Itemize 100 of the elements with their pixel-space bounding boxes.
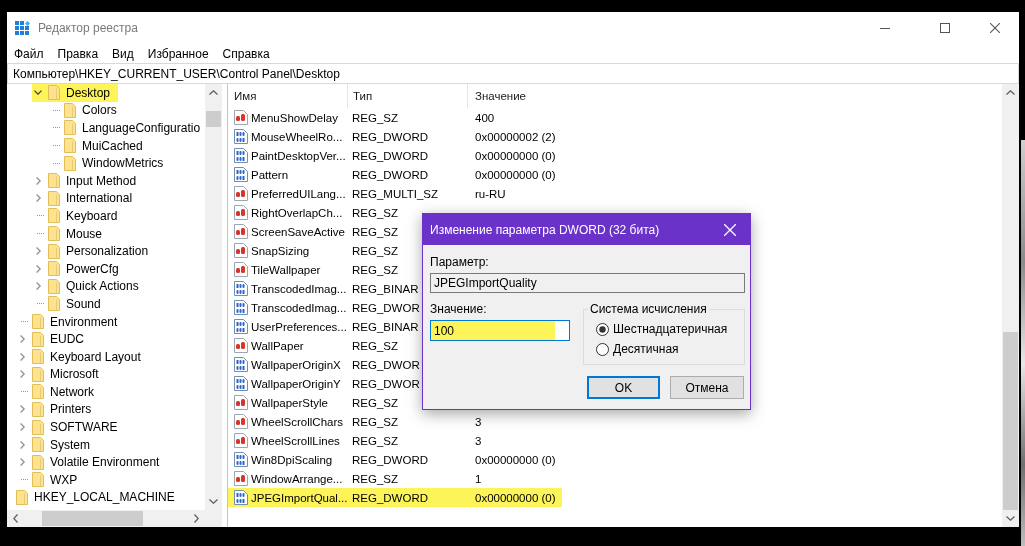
list-row[interactable]: WallpaperOriginX REG_DWOR <box>228 355 420 374</box>
value-field[interactable]: 100 <box>430 320 570 341</box>
tree-item[interactable]: WXP <box>16 471 86 489</box>
chevron-right-icon[interactable] <box>20 335 25 344</box>
chevron-right-icon[interactable] <box>20 352 25 361</box>
chevron-down-icon[interactable] <box>1006 516 1015 521</box>
tree-item[interactable]: PowerCfg <box>32 259 127 278</box>
radio-option[interactable]: Десятичная <box>596 339 679 359</box>
list-row[interactable]: Pattern REG_DWORD 0x00000000 (0) <box>228 165 562 184</box>
binary-icon <box>233 167 248 182</box>
list-row[interactable]: WheelScrollLines REG_SZ 3 <box>228 431 488 450</box>
string-icon <box>233 433 248 448</box>
tree-item[interactable]: Environment <box>16 312 126 331</box>
chevron-right-icon[interactable] <box>20 405 25 414</box>
scrollbar-thumb[interactable] <box>42 511 143 526</box>
tree-item[interactable]: Input Method <box>32 171 145 190</box>
tree-item[interactable]: WindowMetrics <box>48 154 172 172</box>
chevron-right-icon[interactable] <box>20 370 25 379</box>
list-row[interactable]: MouseWheelRo... REG_DWORD 0x00000002 (2) <box>228 127 562 146</box>
dialog-button[interactable]: Отмена <box>670 376 744 399</box>
chevron-right-icon[interactable] <box>20 440 25 449</box>
list-row[interactable]: PaintDesktopVer... REG_DWORD 0x00000000 (0) <box>228 146 562 165</box>
entry-name: UserPreferences... <box>251 320 347 333</box>
tree-item[interactable]: Printers <box>16 400 100 419</box>
radio-icon[interactable] <box>596 322 609 336</box>
tree-item[interactable]: Sound <box>32 295 109 313</box>
chevron-left-icon[interactable] <box>13 514 18 523</box>
menu-item[interactable]: Файл <box>7 44 51 63</box>
chevron-right-icon[interactable] <box>36 282 41 291</box>
tree-item[interactable]: Volatile Environment <box>16 453 168 472</box>
chevron-down-icon[interactable] <box>209 499 218 504</box>
tree-item[interactable]: International <box>32 189 141 208</box>
list-row[interactable]: SnapSizing REG_SZ <box>228 241 398 260</box>
chevron-right-icon[interactable] <box>36 247 41 256</box>
chevron-right-icon[interactable] <box>20 458 25 467</box>
list-row[interactable]: TileWallpaper REG_SZ <box>228 260 398 279</box>
column-header[interactable]: Тип <box>348 84 468 108</box>
radio-icon[interactable] <box>596 342 609 356</box>
menu-item[interactable]: Избранное <box>140 44 216 63</box>
radio-option[interactable]: Шестнадцатеричная <box>596 319 728 339</box>
scrollbar-thumb[interactable] <box>206 111 221 127</box>
list-row[interactable]: Win8DpiScaling REG_DWORD 0x00000000 (0) <box>228 450 562 469</box>
chevron-right-icon[interactable] <box>36 194 41 203</box>
tree-item[interactable]: System <box>16 435 98 454</box>
list-row[interactable]: WheelScrollChars REG_SZ 3 <box>228 412 488 431</box>
tree-item[interactable]: SOFTWARE <box>16 418 126 436</box>
entry-name: WallpaperStyle <box>251 396 328 409</box>
tree-item[interactable]: EUDC <box>16 330 92 348</box>
list-row[interactable]: WallpaperOriginY REG_DWOR <box>228 374 420 393</box>
tree-item[interactable]: Network <box>16 383 102 401</box>
folder-icon <box>48 243 60 259</box>
scrollbar[interactable] <box>205 84 222 510</box>
menu-item[interactable]: Правка <box>50 44 106 63</box>
chevron-right-icon[interactable] <box>20 423 25 432</box>
tree-item[interactable]: HKEY_LOCAL_MACHINE <box>12 488 183 507</box>
tree-item[interactable]: Microsoft <box>16 365 107 384</box>
chevron-right-icon[interactable] <box>36 264 41 273</box>
maximize-icon[interactable] <box>940 23 950 33</box>
tree-item[interactable]: Colors <box>48 101 125 120</box>
binary-icon <box>233 376 248 391</box>
tree-item[interactable]: Quick Actions <box>32 277 147 296</box>
list-row[interactable]: JPEGImportQual... REG_DWORD 0x00000000 (0) <box>228 488 562 507</box>
tree-item[interactable]: LanguageConfiguratio <box>48 119 205 137</box>
list-row[interactable]: WallPaper REG_SZ <box>228 336 398 355</box>
scrollbar-thumb[interactable] <box>1003 332 1018 510</box>
string-icon <box>233 471 248 486</box>
column-header[interactable]: Значение <box>468 84 1002 108</box>
list-row[interactable]: MenuShowDelay REG_SZ 400 <box>228 108 501 127</box>
chevron-up-icon[interactable] <box>1006 90 1015 95</box>
tree-item[interactable]: Desktop <box>32 84 119 102</box>
scrollbar[interactable] <box>7 510 205 527</box>
chevron-down-icon[interactable] <box>34 90 42 96</box>
list-row[interactable]: TranscodedImag... REG_DWOR <box>228 298 420 317</box>
menu-item[interactable]: Справка <box>215 44 277 63</box>
list-row[interactable]: WallpaperStyle REG_SZ <box>228 393 398 412</box>
tree-item[interactable]: Mouse <box>32 224 111 243</box>
tree-item[interactable]: Keyboard <box>32 207 126 225</box>
list-row[interactable]: UserPreferences... REG_BINAR <box>228 317 419 336</box>
chevron-right-icon[interactable] <box>194 514 199 523</box>
list-row[interactable]: ScreenSaveActive REG_SZ <box>228 222 398 241</box>
address-bar[interactable]: Компьютер\HKEY_CURRENT_USER\Control Panel\Desktop <box>7 63 1019 84</box>
list-row[interactable]: RightOverlapCh... REG_SZ <box>228 203 398 222</box>
tree-item[interactable]: Keyboard Layout <box>16 347 149 366</box>
scrollbar[interactable] <box>1002 84 1019 527</box>
menu-item[interactable]: Вид <box>105 44 141 63</box>
entry-name: MouseWheelRo... <box>251 130 343 143</box>
chevron-right-icon[interactable] <box>36 176 41 185</box>
binary-icon <box>233 319 248 334</box>
name-field[interactable]: JPEGImportQuality <box>430 273 745 293</box>
tree-item[interactable]: MuiCached <box>48 136 151 155</box>
tree-item[interactable]: Personalization <box>32 242 157 260</box>
dialog-button[interactable]: OK <box>587 376 660 399</box>
close-icon[interactable] <box>990 23 1000 33</box>
column-header[interactable]: Имя <box>228 84 348 108</box>
folder-icon <box>64 138 76 154</box>
chevron-up-icon[interactable] <box>209 90 218 95</box>
list-row[interactable]: WindowArrange... REG_SZ 1 <box>228 469 488 488</box>
list-row[interactable]: PreferredUILang... REG_MULTI_SZ ru-RU <box>228 184 512 203</box>
list-row[interactable]: TranscodedImag... REG_BINAR <box>228 279 419 298</box>
minimize-icon[interactable] <box>880 27 890 29</box>
